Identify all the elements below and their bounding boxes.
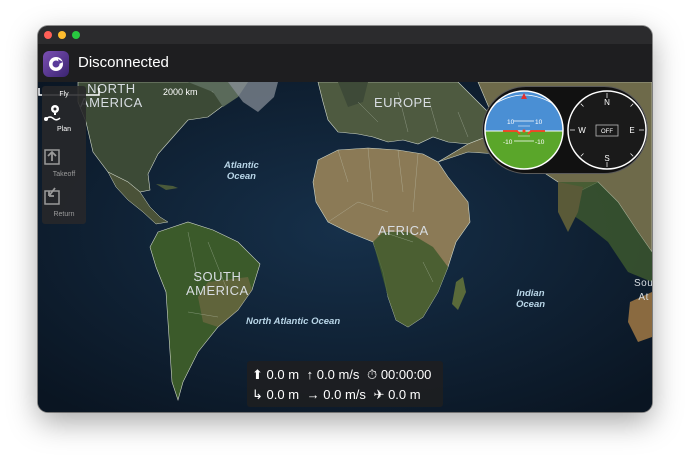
label-north-atlantic-ocean: North Atlantic Ocean	[246, 316, 341, 327]
tool-return[interactable]: Return	[42, 211, 86, 218]
map-scale-label: 2000 km	[163, 87, 198, 97]
return-icon[interactable]	[42, 186, 62, 206]
flight-instruments: 10 10 -10 -10 N E S W OFF	[482, 86, 648, 174]
app-toolbar: Disconnected	[38, 44, 652, 82]
pitch-tick-label: 10	[507, 119, 515, 126]
ground-speed-value: 0.0 m/s	[323, 387, 366, 402]
compass-indicator: N E S W OFF	[567, 90, 647, 170]
flight-time-value: 00:00:00	[380, 367, 432, 382]
connection-status[interactable]: Disconnected	[78, 54, 169, 71]
vertical-speed-icon: ↑	[306, 367, 314, 382]
compass-status-label: OFF	[601, 129, 613, 135]
vertical-speed-value: 0.0 m/s	[316, 367, 360, 382]
compass-south-label: S	[604, 154, 609, 163]
telemetry-row-2: ↳ 0.0 m → 0.0 m/s ✈ 0.0 m	[252, 387, 421, 403]
ground-speed-icon: →	[306, 387, 320, 402]
app-window: Disconnected NORTH AMERICA EUROPE AFRICA…	[38, 26, 652, 412]
telemetry-panel: ⬆ 0.0 m ↑ 0.0 m/s ⏱ 00:00:00 ↳ 0.0 m → 0…	[247, 361, 443, 407]
instrument-panel: 10 10 -10 -10 N E S W OFF	[484, 90, 647, 170]
distance-value: 0.0 m	[266, 387, 300, 402]
tool-takeoff[interactable]: Takeoff	[42, 171, 86, 178]
label-south-america: SOUTH AMERICA	[186, 269, 249, 298]
pitch-tick-label: -10	[503, 139, 513, 146]
plan-waypoint-icon[interactable]	[42, 103, 62, 123]
label-south-atlantic: Sou At	[634, 278, 652, 303]
tool-plan[interactable]: Plan	[42, 126, 86, 133]
label-indian-ocean: Indian Ocean	[516, 288, 546, 310]
compass-west-label: W	[578, 126, 586, 135]
telemetry-row-1: ⬆ 0.0 m ↑ 0.0 m/s ⏱ 00:00:00	[252, 367, 431, 383]
label-atlantic-ocean: Atlantic Ocean	[224, 160, 259, 182]
altitude-value: 0.0 m	[266, 367, 300, 382]
map-view[interactable]: NORTH AMERICA EUROPE AFRICA SOUTH AMERIC…	[38, 82, 652, 412]
home-distance-icon: ✈	[373, 387, 385, 402]
compass-east-label: E	[629, 126, 634, 135]
app-logo-icon[interactable]	[43, 51, 69, 77]
distance-icon: ↳	[252, 387, 263, 402]
timer-icon: ⏱	[367, 367, 378, 382]
zoom-window-button[interactable]	[72, 31, 80, 39]
minimize-window-button[interactable]	[58, 31, 66, 39]
attitude-indicator	[485, 91, 563, 169]
home-distance-value: 0.0 m	[388, 387, 421, 402]
altitude-icon: ⬆	[252, 367, 263, 382]
pitch-tick-label: 10	[535, 119, 543, 126]
pitch-tick-label: -10	[535, 139, 545, 146]
compass-north-label: N	[604, 98, 610, 107]
label-africa: AFRICA	[378, 223, 429, 238]
close-window-button[interactable]	[44, 31, 52, 39]
label-europe: EUROPE	[374, 95, 432, 110]
tool-fly[interactable]: Fly	[42, 91, 86, 98]
window-titlebar	[38, 26, 652, 44]
plan-toolbar: Fly Plan Takeoff Return	[42, 86, 86, 224]
takeoff-icon[interactable]	[42, 147, 62, 167]
